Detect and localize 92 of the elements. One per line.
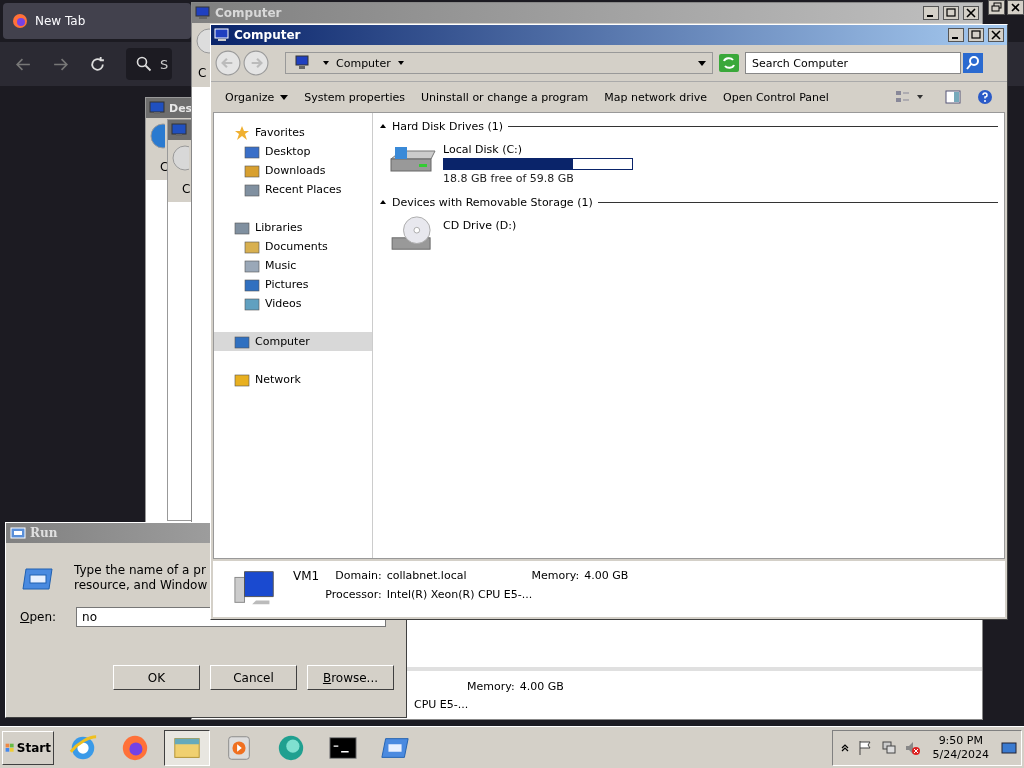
collapse-icon[interactable] [379, 198, 387, 206]
collapse-icon[interactable] [379, 122, 387, 130]
window-title: Computer [215, 6, 282, 20]
open-label: Open: [20, 610, 57, 624]
command-button[interactable]: Open Control Panel [723, 90, 829, 104]
folder-icon [244, 295, 260, 312]
reload-icon[interactable] [89, 55, 106, 73]
clock-time[interactable]: 9:50 PM [938, 733, 983, 748]
search-field[interactable]: Search Computer [745, 52, 961, 74]
browse-button[interactable]: Browse... [307, 665, 394, 690]
close-button[interactable] [1007, 0, 1024, 15]
folder-icon [234, 333, 250, 350]
computer-icon [195, 5, 211, 21]
folder-icon [234, 219, 250, 236]
nav-item[interactable]: Music [214, 256, 372, 275]
address-crumb[interactable]: Computer [336, 56, 391, 70]
window-title: Computer [234, 28, 301, 42]
drive-name[interactable]: Local Disk (C:) [443, 143, 633, 156]
processor-label: Processor: [325, 588, 382, 601]
description-text: resource, and Window [74, 578, 208, 593]
star-icon [234, 124, 250, 141]
folder-icon [244, 257, 260, 274]
fox-icon [12, 13, 28, 29]
back-button[interactable] [150, 123, 165, 149]
monitor-icon [171, 122, 187, 138]
folder-icon [234, 371, 250, 388]
nav-item[interactable]: Videos [214, 294, 372, 313]
processor-value: Intel(R) Xeon(R) CPU E5-... [386, 588, 534, 601]
show-desktop-icon[interactable] [1001, 739, 1017, 756]
search-icon[interactable] [963, 53, 983, 73]
cancel-button[interactable]: Cancel [210, 665, 297, 690]
command-button[interactable]: Organize [225, 90, 289, 104]
window-icon [10, 525, 26, 541]
start-button[interactable]: Start [2, 730, 54, 765]
maximize-button[interactable] [943, 6, 959, 20]
address-bar[interactable]: Computer [285, 52, 713, 74]
browser-tab[interactable]: New Tab [3, 3, 191, 39]
ok-button[interactable]: OK [113, 665, 200, 690]
minimize-button[interactable] [923, 6, 939, 20]
memory-label: Memory: [467, 679, 515, 693]
nav-item[interactable]: Libraries [214, 218, 372, 237]
group-header[interactable]: Hard Disk Drives (1) [392, 119, 504, 133]
nav-item[interactable]: Desktop [214, 142, 372, 161]
clock-date[interactable]: 5/24/2024 [932, 747, 989, 762]
computer-name: VM1 [293, 568, 320, 583]
window-title: Run [30, 526, 58, 540]
restore-button[interactable] [988, 0, 1005, 15]
memory-value: 4.00 GB [584, 569, 629, 582]
computer-icon [214, 27, 230, 43]
command-button[interactable]: Map network drive [604, 90, 708, 104]
description-text: Type the name of a pr [74, 563, 207, 578]
search-icon [136, 56, 152, 72]
nav-item[interactable]: Computer [214, 332, 372, 351]
folder-icon [244, 181, 260, 198]
command-button[interactable]: System properties [304, 90, 405, 104]
folder-icon [244, 238, 260, 255]
search-field[interactable]: S [126, 48, 172, 80]
help-icon[interactable] [977, 89, 993, 105]
nav-item[interactable]: Downloads [214, 161, 372, 180]
close-button[interactable] [988, 28, 1004, 42]
network-icon[interactable] [880, 739, 897, 756]
computer-icon [294, 55, 310, 71]
folder-icon [244, 276, 260, 293]
window-title: Des [169, 101, 193, 115]
nav-item[interactable]: Recent Places [214, 180, 372, 199]
nav-item[interactable]: Pictures [214, 275, 372, 294]
window-icon [22, 567, 54, 591]
taskbar-button[interactable] [164, 729, 210, 766]
nav-item[interactable]: Network [214, 370, 372, 389]
processor-value: CPU E5-... [414, 697, 469, 711]
nav-item[interactable]: Documents [214, 237, 372, 256]
folder-icon [244, 162, 260, 179]
refresh-icon[interactable] [719, 54, 739, 72]
caret-icon [280, 92, 289, 101]
command-label[interactable]: C [198, 66, 207, 80]
domain-value: collabnet.local [386, 569, 467, 582]
maximize-button[interactable] [968, 28, 984, 42]
minimize-button[interactable] [948, 28, 964, 42]
preview-pane-icon[interactable] [945, 89, 961, 105]
domain-label: Domain: [334, 569, 382, 582]
close-button[interactable] [963, 6, 979, 20]
group-header[interactable]: Devices with Removable Storage (1) [392, 195, 593, 209]
show-hidden-icons-button[interactable] [840, 743, 849, 752]
flag-icon[interactable] [856, 739, 873, 756]
free-space-text: 18.8 GB free of 59.8 GB [443, 172, 575, 185]
nav-item[interactable]: Favorites [214, 123, 372, 142]
command-label[interactable]: C [182, 182, 191, 196]
drive-name[interactable]: CD Drive (D:) [443, 219, 517, 232]
memory-label: Memory: [531, 569, 580, 582]
command-button[interactable]: Uninstall or change a program [420, 90, 589, 104]
memory-value: 4.00 GB [519, 679, 564, 693]
folder-icon [244, 143, 260, 160]
